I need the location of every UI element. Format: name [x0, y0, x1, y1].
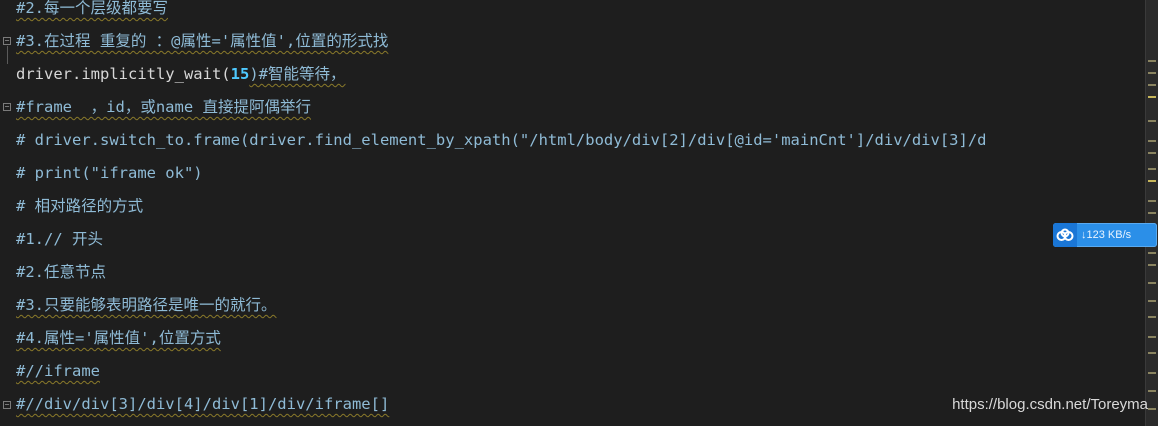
scrollbar-marker: [1148, 352, 1156, 354]
scrollbar-marker: [1148, 390, 1156, 392]
scrollbar-marker: [1148, 282, 1156, 284]
code-line[interactable]: # print("iframe ok"): [16, 162, 203, 184]
scrollbar-marker: [1148, 96, 1156, 98]
code-line[interactable]: #2.每一个层级都要写: [16, 0, 168, 19]
comment-text: )#智能等待，: [249, 65, 346, 83]
fold-toggle-icon[interactable]: −: [3, 37, 11, 45]
scrollbar-marker: [1148, 372, 1156, 374]
comment-text: #3.只要能够表明路径是唯一的就行。: [16, 296, 277, 314]
fold-guide-line: [7, 46, 8, 64]
comment-text: # print("iframe ok"): [16, 164, 203, 182]
scrollbar-marker: [1148, 72, 1156, 74]
scrollbar-marker: [1148, 316, 1156, 318]
scrollbar-marker: [1148, 120, 1156, 122]
comment-text: # 相对路径的方式: [16, 197, 144, 215]
cloud-icon: [1053, 223, 1077, 247]
code-line[interactable]: #3.只要能够表明路径是唯一的就行。: [16, 294, 277, 316]
scrollbar-marker: [1148, 140, 1156, 142]
download-speed-value: 123 KB/s: [1086, 229, 1132, 241]
scrollbar-marker: [1148, 212, 1156, 214]
scrollbar-marker: [1148, 336, 1156, 338]
scrollbar-marker: [1148, 168, 1156, 170]
scrollbar-marker: [1148, 408, 1156, 410]
code-line[interactable]: driver.implicitly_wait(15)#智能等待，: [16, 63, 345, 85]
vertical-scrollbar[interactable]: [1145, 0, 1158, 426]
code-editor[interactable]: − − − #2.每一个层级都要写 #3.在过程 重复的 ：@属性='属性值',…: [0, 0, 1146, 426]
fold-gutter: − − −: [0, 0, 14, 426]
code-line[interactable]: #//iframe: [16, 360, 100, 382]
comment-text: #2.任意节点: [16, 263, 106, 281]
code-line[interactable]: #3.在过程 重复的 ：@属性='属性值',位置的形式找: [16, 30, 388, 52]
scrollbar-marker: [1148, 84, 1156, 86]
code-line[interactable]: #frame ，id，或name 直接提阿偶举行: [16, 96, 311, 118]
scrollbar-marker: [1148, 200, 1156, 202]
scrollbar-marker: [1148, 180, 1156, 182]
comment-text: # driver.switch_to.frame(driver.find_ele…: [16, 131, 987, 149]
scrollbar-marker: [1148, 252, 1156, 254]
download-speed-text: ↓123 KB/s: [1077, 229, 1131, 241]
fold-toggle-icon[interactable]: −: [3, 401, 11, 409]
comment-text: #4.属性='属性值',位置方式: [16, 329, 221, 347]
code-line[interactable]: #2.任意节点: [16, 261, 106, 283]
code-line[interactable]: #//div/div[3]/div[4]/div[1]/div/iframe[]: [16, 393, 389, 415]
code-line[interactable]: # driver.switch_to.frame(driver.find_ele…: [16, 129, 987, 151]
watermark: https://blog.csdn.net/Toreyma: [952, 396, 1148, 413]
comment-text: #//div/div[3]/div[4]/div[1]/div/iframe[]: [16, 395, 390, 413]
comment-text: #3.在过程 重复的 ：@属性='属性值',位置的形式找: [16, 32, 389, 50]
scrollbar-marker: [1148, 264, 1156, 266]
comment-text: #2.每一个层级都要写: [16, 0, 168, 17]
scrollbar-marker: [1148, 60, 1156, 62]
scrollbar-marker: [1148, 300, 1156, 302]
scrollbar-marker: [1148, 152, 1156, 154]
network-speed-widget[interactable]: ↓123 KB/s: [1053, 223, 1157, 247]
number-literal: 15: [230, 65, 250, 83]
code-line[interactable]: #4.属性='属性值',位置方式: [16, 327, 221, 349]
code-text: driver.implicitly_wait(: [16, 65, 231, 83]
comment-text: #1.// 开头: [16, 230, 103, 248]
comment-text: #//iframe: [16, 362, 100, 380]
code-line[interactable]: # 相对路径的方式: [16, 195, 143, 217]
code-line[interactable]: #1.// 开头: [16, 228, 103, 250]
comment-text: #frame ，id，或name 直接提阿偶举行: [16, 98, 311, 116]
fold-toggle-icon[interactable]: −: [3, 103, 11, 111]
